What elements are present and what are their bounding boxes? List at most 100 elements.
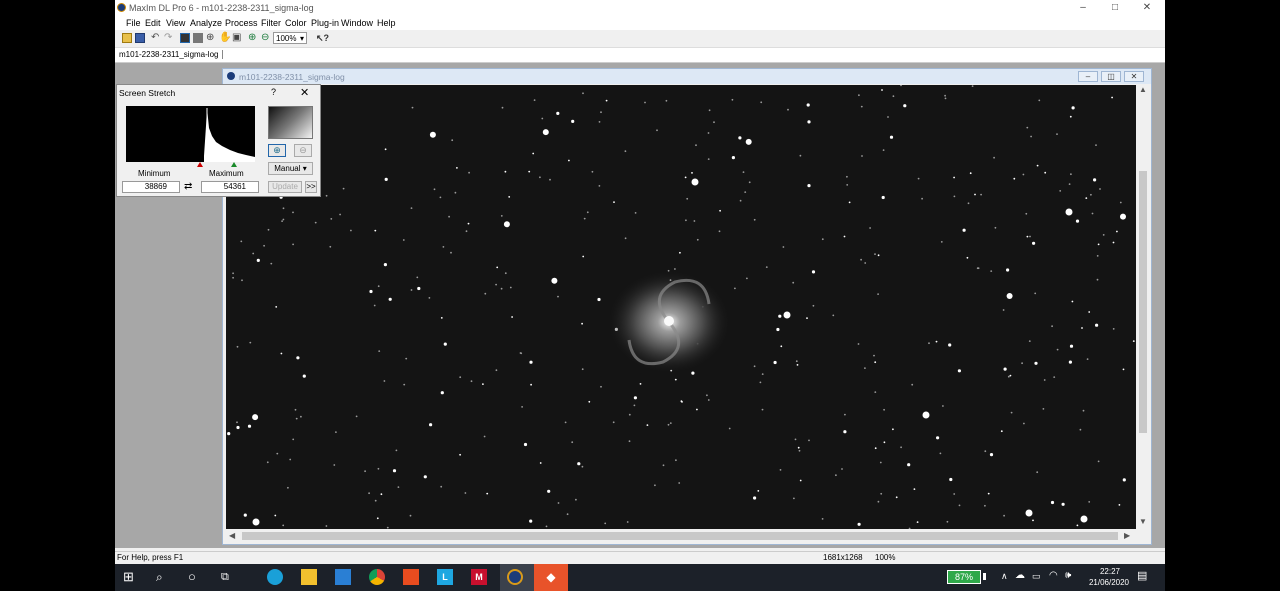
edge-icon[interactable] <box>267 569 283 585</box>
star <box>1097 460 1100 463</box>
menu-analyze[interactable]: Analyze <box>190 18 222 28</box>
star <box>679 251 681 254</box>
zoom-out-icon[interactable]: ⊖ <box>294 144 312 157</box>
camera-icon[interactable]: ▣ <box>232 33 242 43</box>
image-info-icon[interactable] <box>193 33 203 43</box>
histogram-plot <box>204 108 255 162</box>
scroll-down-icon[interactable]: ▼ <box>1139 517 1147 526</box>
pan-icon[interactable]: ✋ <box>219 33 231 43</box>
notification-icon[interactable]: ▤ <box>1137 569 1147 582</box>
star <box>429 423 433 427</box>
vertical-scrollbar[interactable]: ▲ ▼ <box>1137 85 1149 529</box>
office-icon[interactable] <box>403 569 419 585</box>
battery-indicator[interactable]: 87% <box>947 570 981 584</box>
menu-edit[interactable]: Edit <box>145 18 161 28</box>
star <box>402 239 405 241</box>
image-close-button[interactable]: ✕ <box>1124 71 1144 82</box>
image-restore-button[interactable]: ◫ <box>1101 71 1121 82</box>
star <box>873 354 875 357</box>
cortana-icon[interactable]: ○ <box>188 569 204 585</box>
redo-icon[interactable]: ↷ <box>164 33 174 43</box>
menu-color[interactable]: Color <box>285 18 307 28</box>
maxim-dl-icon[interactable] <box>507 569 523 585</box>
image-window-title-bar[interactable]: m101-2238-2311_sigma-log – ◫ ✕ <box>223 69 1151 84</box>
dialog-close-button[interactable]: ✕ <box>300 86 309 99</box>
minimum-marker-icon[interactable] <box>197 162 203 167</box>
dialog-title: Screen Stretch <box>119 88 176 98</box>
task-view-icon[interactable]: ⧉ <box>221 569 237 585</box>
mcafee-icon[interactable]: M <box>471 569 487 585</box>
histogram[interactable] <box>126 106 255 162</box>
mail-icon[interactable] <box>335 569 351 585</box>
star <box>240 240 243 243</box>
menu-process[interactable]: Process <box>225 18 258 28</box>
update-button[interactable]: Update <box>268 181 302 193</box>
star <box>243 513 247 517</box>
star <box>892 95 895 98</box>
minimize-button[interactable]: – <box>1068 0 1098 16</box>
vertical-scroll-thumb[interactable] <box>1139 171 1147 433</box>
star <box>778 314 782 318</box>
document-tab[interactable]: m101-2238-2311_sigma-log <box>119 50 224 59</box>
star <box>440 391 444 395</box>
save-icon[interactable] <box>135 33 145 43</box>
horizontal-scroll-thumb[interactable] <box>242 532 1118 540</box>
zoom-in-icon[interactable]: ⊕ <box>268 144 286 157</box>
star <box>841 468 843 470</box>
swap-icon[interactable]: ⇄ <box>184 181 192 192</box>
horizontal-scrollbar[interactable]: ◀ ▶ <box>226 530 1137 542</box>
anydesk-icon[interactable]: ◆ <box>543 569 559 585</box>
close-button[interactable]: ✕ <box>1132 0 1162 16</box>
chevron-up-icon[interactable]: ∧ <box>1001 571 1008 582</box>
menu-filter[interactable]: Filter <box>261 18 281 28</box>
menu-plugin[interactable]: Plug-in <box>311 18 339 28</box>
menu-view[interactable]: View <box>166 18 185 28</box>
help-pointer-icon[interactable]: ↖? <box>316 33 329 43</box>
file-explorer-icon[interactable] <box>301 569 317 585</box>
minimum-input[interactable]: 38869 <box>122 181 180 193</box>
scroll-up-icon[interactable]: ▲ <box>1139 85 1147 94</box>
star <box>639 383 642 385</box>
windows-start-icon[interactable]: ⊞ <box>123 569 139 585</box>
search-icon[interactable]: ⌕ <box>156 569 172 585</box>
image-minimize-button[interactable]: – <box>1078 71 1098 82</box>
expand-button[interactable]: >> <box>305 181 317 193</box>
clock-time[interactable]: 22:27 <box>1095 567 1125 576</box>
zoom-in-icon[interactable]: ⊕ <box>248 33 258 43</box>
star <box>486 492 489 495</box>
undo-icon[interactable]: ↶ <box>151 33 161 43</box>
help-button[interactable]: ? <box>271 87 276 97</box>
menu-help[interactable]: Help <box>377 18 396 28</box>
scroll-left-icon[interactable]: ◀ <box>229 531 235 540</box>
star <box>900 446 902 449</box>
volume-icon[interactable]: 🕪 <box>1065 570 1071 581</box>
zoom-out-icon[interactable]: ⊖ <box>261 33 271 43</box>
clock-date[interactable]: 21/06/2020 <box>1081 578 1137 587</box>
crosshair-icon[interactable]: ⊕ <box>206 33 216 43</box>
zoom-select[interactable]: 100% ▾ <box>273 32 307 44</box>
wifi-icon[interactable]: ◠ <box>1049 570 1058 581</box>
star <box>564 421 567 424</box>
star <box>1009 374 1012 377</box>
open-icon[interactable] <box>122 33 132 43</box>
battery-icon[interactable]: ▭ <box>1032 571 1041 582</box>
menu-file[interactable]: File <box>126 18 141 28</box>
mode-select[interactable]: Manual ▾ <box>268 162 313 175</box>
chrome-icon[interactable] <box>369 569 385 585</box>
star <box>1099 188 1101 190</box>
menu-window[interactable]: Window <box>341 18 373 28</box>
screen-stretch-icon[interactable] <box>180 33 190 43</box>
maximum-input[interactable]: 54361 <box>201 181 259 193</box>
star <box>1010 411 1013 414</box>
l-app-icon[interactable]: L <box>437 569 453 585</box>
star <box>807 184 811 188</box>
onedrive-icon[interactable]: ☁ <box>1015 570 1025 581</box>
star <box>948 343 952 347</box>
star <box>1025 212 1028 215</box>
maximum-marker-icon[interactable] <box>231 162 237 167</box>
star <box>719 209 721 212</box>
maximize-button[interactable]: □ <box>1100 0 1130 16</box>
scroll-right-icon[interactable]: ▶ <box>1124 531 1130 540</box>
astronomy-image[interactable] <box>226 85 1136 529</box>
star <box>877 293 879 295</box>
